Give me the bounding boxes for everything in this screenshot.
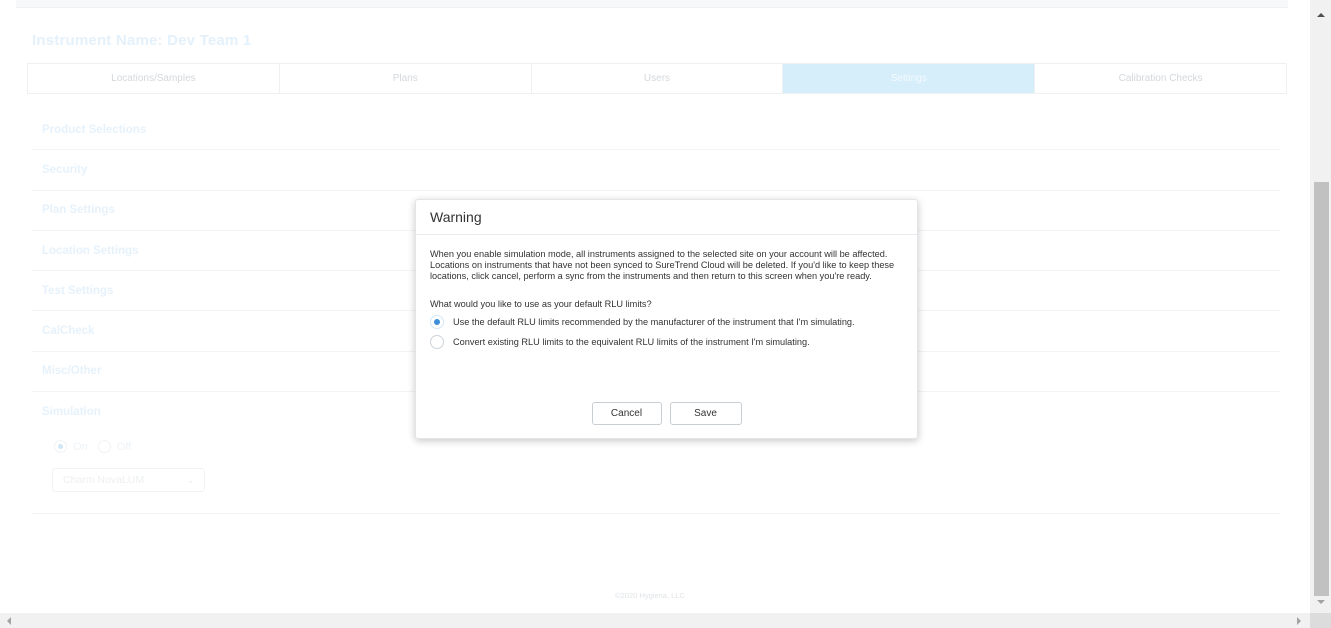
- radio-unselected-icon: [430, 334, 444, 349]
- horizontal-scrollbar[interactable]: [0, 613, 1310, 628]
- tab-bar: Locations/Samples Plans Users Settings C…: [27, 63, 1287, 94]
- modal-title: Warning: [416, 200, 917, 235]
- simulation-on-radio[interactable]: On: [54, 440, 88, 453]
- rlu-option-default[interactable]: Use the default RLU limits recommended b…: [430, 314, 903, 329]
- scroll-down-icon[interactable]: [1317, 600, 1325, 604]
- chevron-down-icon: ⌄: [187, 475, 194, 485]
- simulation-off-radio[interactable]: Off: [97, 440, 132, 453]
- cancel-button[interactable]: Cancel: [591, 402, 662, 425]
- rlu-option-convert-label: Convert existing RLU limits to the equiv…: [453, 336, 810, 347]
- simulation-off-label: Off: [116, 440, 132, 453]
- scroll-up-icon[interactable]: [1317, 13, 1325, 17]
- app-window: Instrument Name: Dev Team 1 Locations/Sa…: [0, 0, 1310, 613]
- radio-dot: [54, 440, 67, 453]
- save-button[interactable]: Save: [669, 402, 742, 425]
- top-strip: [16, 0, 1288, 8]
- warning-modal: Warning When you enable simulation mode,…: [415, 199, 918, 439]
- modal-body: When you enable simulation mode, all ins…: [416, 235, 917, 349]
- tab-calibration-checks[interactable]: Calibration Checks: [1035, 64, 1286, 93]
- simulation-controls: On Off Charm NovaLUM ⌄: [32, 432, 1280, 514]
- section-security[interactable]: Security: [32, 150, 1280, 191]
- modal-question: What would you like to use as your defau…: [430, 298, 652, 309]
- modal-button-row: Cancel Save: [416, 402, 917, 425]
- vertical-scrollbar[interactable]: [1310, 0, 1331, 613]
- scroll-left-icon[interactable]: [7, 617, 11, 625]
- scrollbar-corner: [1310, 613, 1331, 628]
- tab-locations-samples[interactable]: Locations/Samples: [28, 64, 280, 93]
- select-value: Charm NovaLUM: [63, 474, 145, 486]
- simulation-radio-group: On Off: [54, 440, 141, 453]
- simulation-instrument-select[interactable]: Charm NovaLUM ⌄: [52, 468, 205, 492]
- scroll-right-icon[interactable]: [1297, 617, 1301, 625]
- radio-selected-icon: [430, 314, 444, 329]
- footer-copyright: ©2020 Hygiena, LLC: [615, 591, 685, 600]
- tab-plans[interactable]: Plans: [279, 64, 532, 93]
- tab-users[interactable]: Users: [531, 64, 784, 93]
- simulation-on-label: On: [73, 440, 88, 453]
- radio-dot: [97, 440, 111, 453]
- scrollbar-thumb[interactable]: [1314, 182, 1329, 596]
- rlu-option-convert[interactable]: Convert existing RLU limits to the equiv…: [430, 334, 903, 349]
- rlu-option-default-label: Use the default RLU limits recommended b…: [453, 316, 855, 327]
- tab-settings[interactable]: Settings: [783, 64, 1036, 93]
- instrument-title: Instrument Name: Dev Team 1: [32, 32, 252, 49]
- modal-message: When you enable simulation mode, all ins…: [430, 249, 895, 282]
- section-product-selections[interactable]: Product Selections: [32, 110, 1280, 151]
